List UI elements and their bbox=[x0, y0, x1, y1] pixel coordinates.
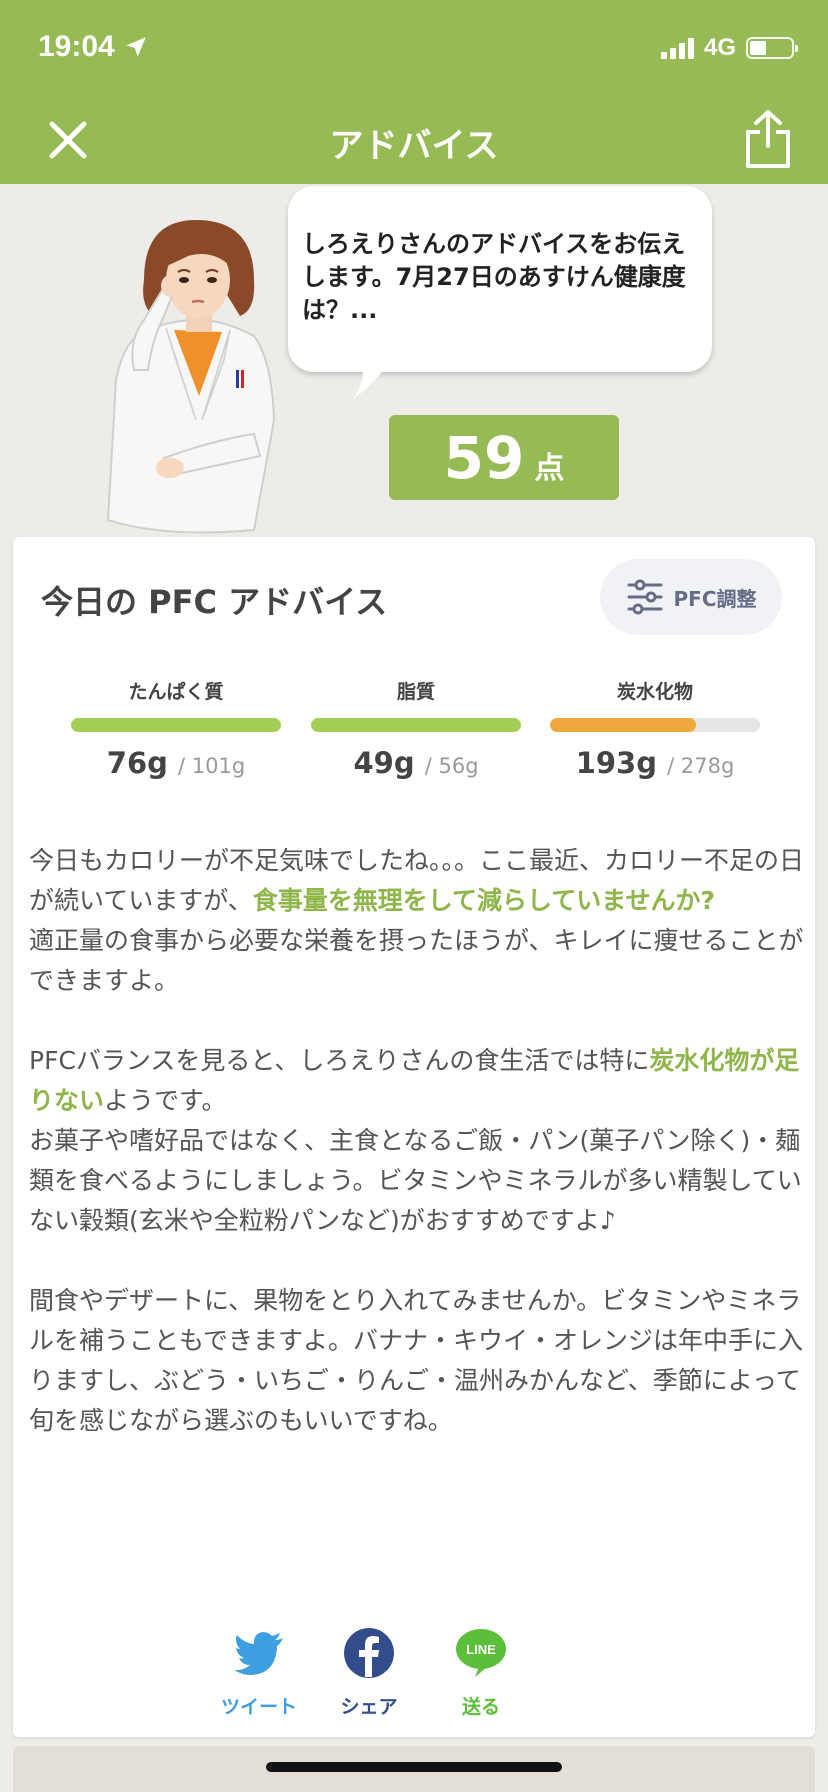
page-title: アドバイス bbox=[329, 126, 499, 166]
line-icon: LINE bbox=[456, 1629, 506, 1677]
nutrient-amount: 193g / 278g bbox=[575, 746, 735, 780]
sliders-icon bbox=[627, 579, 662, 615]
advisor-message: しろえりさんのアドバイスをお伝えします。7月27日のあすけん健康度は？... bbox=[302, 230, 686, 324]
twitter-bird-icon bbox=[234, 1632, 283, 1675]
advice-text-segment: 間食やデザートに、果物をとり入れてみませんか。ビタミンやミネラルを補うこともでき… bbox=[29, 1286, 804, 1435]
pfc-adjust-label: PFC調整 bbox=[673, 586, 757, 611]
advice-text: 今日もカロリーが不足気味でしたね。。。ここ最近、カロリー不足の日が続いていますが… bbox=[29, 841, 805, 1481]
nutrient-value: 76g bbox=[106, 746, 168, 780]
home-indicator[interactable] bbox=[266, 1762, 562, 1772]
advice-paragraph: 今日もカロリーが不足気味でしたね。。。ここ最近、カロリー不足の日が続いていますが… bbox=[29, 841, 805, 1001]
facebook-icon bbox=[344, 1628, 394, 1678]
card-title: 今日の PFC アドバイス bbox=[41, 583, 388, 621]
advice-paragraph: PFCバランスを見ると、しろえりさんの食生活では特に炭水化物が足りないようです。… bbox=[29, 1041, 805, 1241]
nutrient-label: 炭水化物 bbox=[616, 681, 693, 703]
nutrient-amount: 76g / 101g bbox=[106, 746, 246, 780]
speech-bubble-tail bbox=[352, 366, 386, 400]
health-score-value: 59 bbox=[443, 424, 525, 492]
advice-text-segment: お菓子や嗜好品ではなく、主食となるご飯・パン(菓子パン除く)・麺類を食べるように… bbox=[29, 1126, 802, 1235]
advice-text-segment: PFCバランスを見ると、しろえりさんの食生活では特に bbox=[29, 1046, 650, 1075]
network-type: 4G bbox=[703, 34, 736, 61]
nutrient-progress-bar bbox=[71, 718, 281, 732]
cellular-signal-icon bbox=[660, 37, 694, 59]
send-label: 送る bbox=[461, 1696, 500, 1718]
health-score-badge: 59 点 bbox=[389, 415, 619, 500]
nutrient-progress-bar bbox=[550, 718, 760, 732]
nutrient-carbs: 炭水化物 193g / 278g bbox=[550, 677, 760, 780]
nutrient-fat: 脂質 49g / 56g bbox=[311, 677, 521, 780]
pfc-advice-card: 今日の PFC アドバイス PFC調整 たんぱく質 76g / 101g 脂質 … bbox=[13, 537, 815, 1737]
tweet-label: ツイート bbox=[221, 1696, 298, 1718]
line-send-button[interactable]: LINE 送る bbox=[443, 1627, 519, 1719]
nutrient-value: 193g bbox=[575, 746, 657, 780]
nutrient-progress-bar bbox=[311, 718, 521, 732]
nutrient-target: 101g bbox=[191, 754, 246, 778]
pfc-adjust-button[interactable]: PFC調整 bbox=[600, 559, 782, 635]
share-icon[interactable] bbox=[742, 108, 794, 170]
nutrient-amount: 49g / 56g bbox=[353, 746, 479, 780]
nutrient-target: 56g bbox=[438, 754, 479, 778]
health-score-unit: 点 bbox=[534, 451, 565, 486]
nutrient-label: たんぱく質 bbox=[128, 681, 224, 703]
status-indicators: 4G bbox=[660, 34, 798, 62]
nutrient-value: 49g bbox=[353, 746, 415, 780]
advisor-speech-bubble: しろえりさんのアドバイスをお伝えします。7月27日のあすけん健康度は？... bbox=[288, 186, 712, 372]
status-time: 19:04 bbox=[38, 30, 149, 64]
nutrient-target: 278g bbox=[680, 754, 735, 778]
app-header: 19:04 4G アドバイス bbox=[0, 0, 828, 184]
tweet-button[interactable]: ツイート bbox=[221, 1627, 297, 1719]
clock: 19:04 bbox=[38, 30, 115, 63]
nutrient-protein: たんぱく質 76g / 101g bbox=[71, 677, 281, 780]
line-logo-text: LINE bbox=[466, 1642, 496, 1657]
advisor-illustration bbox=[106, 220, 276, 534]
advice-paragraph: 間食やデザートに、果物をとり入れてみませんか。ビタミンやミネラルを補うこともでき… bbox=[29, 1281, 805, 1441]
location-arrow-icon bbox=[125, 37, 146, 57]
nutrient-label: 脂質 bbox=[396, 681, 435, 703]
facebook-share-button[interactable]: シェア bbox=[331, 1627, 407, 1719]
advice-text-segment: ようです。 bbox=[104, 1086, 227, 1115]
advice-highlight: 食事量を無理をして減らしていませんか? bbox=[252, 886, 716, 915]
share-label: シェア bbox=[340, 1696, 398, 1718]
battery-icon bbox=[746, 37, 798, 59]
advice-text-segment: 適正量の食事から必要な栄養を摂ったほうが、キレイに痩せることができますよ。 bbox=[29, 926, 804, 995]
